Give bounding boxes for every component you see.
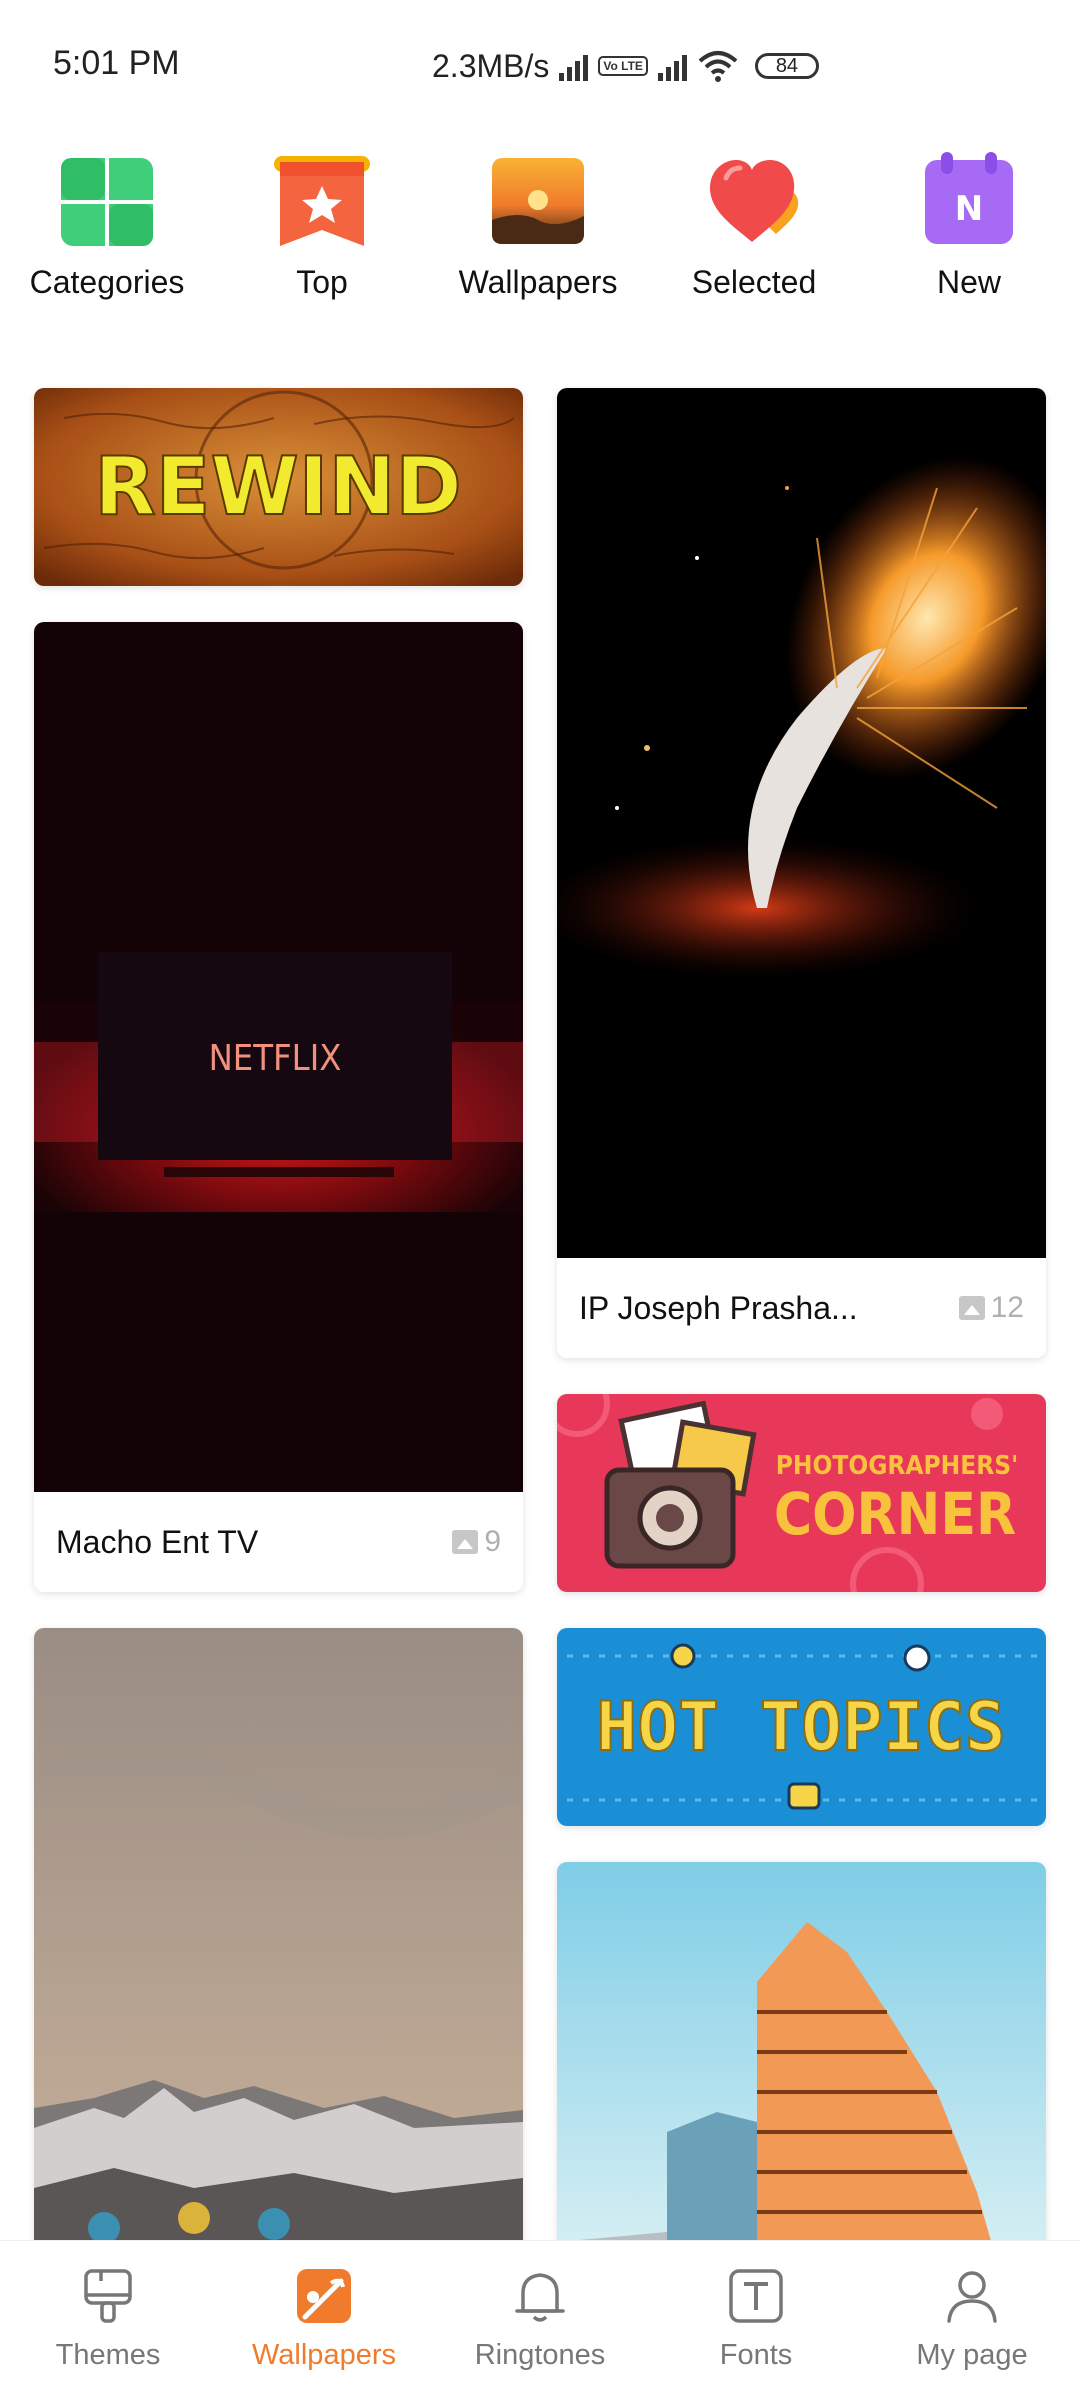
nav-label: My page	[916, 2339, 1028, 2371]
wallpaper-card-ip-joseph[interactable]: IP Joseph Prasha... 12	[557, 388, 1046, 1358]
nav-tab-themes[interactable]: Themes	[0, 2241, 216, 2401]
status-time: 5:01 PM	[53, 44, 180, 82]
new-calendar-icon: N	[925, 152, 1013, 244]
image-count-value: 9	[484, 1525, 501, 1558]
nav-label: Fonts	[719, 2339, 793, 2371]
nav-tab-wallpapers[interactable]: Wallpapers	[216, 2241, 432, 2401]
image-icon	[958, 1296, 985, 1320]
categories-grid-icon	[61, 158, 153, 246]
bottom-nav: Themes Wallpapers Ringtones Fonts My pag…	[0, 2240, 1080, 2401]
status-bar: 5:01 PM 2.3MB/s Vo LTE 84	[0, 0, 1080, 130]
battery-level: 84	[775, 54, 799, 77]
nav-label: Ringtones	[474, 2339, 606, 2371]
card-title: IP Joseph Prasha...	[579, 1289, 858, 1326]
status-indicators: 2.3MB/s Vo LTE 84	[432, 44, 819, 88]
sunset-wallpaper-icon	[492, 158, 584, 244]
wallpaper-card-macho-ent-tv[interactable]: NETFLIX Macho Ent TV 9	[34, 622, 523, 1592]
photographers-corner-image: PHOTOGRAPHERS' CORNER	[557, 1394, 1046, 1592]
nav-label: Wallpapers	[252, 2339, 396, 2371]
nav-tab-my-page[interactable]: My page	[864, 2241, 1080, 2401]
card-title: Macho Ent TV	[56, 1523, 259, 1560]
rewind-text: REWIND	[94, 440, 462, 533]
wallpaper-card-mountains[interactable]	[34, 1628, 523, 2268]
orange-building-image	[557, 1862, 1046, 2262]
person-icon	[947, 2271, 997, 2323]
rewind-banner-image: REWIND	[34, 388, 523, 586]
image-count-value: 12	[990, 1291, 1024, 1324]
quick-link-label: Selected	[691, 264, 817, 300]
rewind-banner[interactable]: REWIND	[34, 388, 523, 586]
card-footer: IP Joseph Prasha... 12	[557, 1258, 1046, 1358]
nav-label: Themes	[55, 2339, 161, 2371]
quick-link-wallpapers[interactable]: Wallpapers	[438, 150, 638, 301]
top-ribbon-star-icon	[274, 156, 370, 246]
nav-tab-fonts[interactable]: Fonts	[648, 2241, 864, 2401]
image-count: 9	[452, 1525, 501, 1559]
photographers-text: PHOTOGRAPHERS'	[776, 1451, 1018, 1481]
wallpapers-icon	[297, 2269, 351, 2323]
quick-link-new[interactable]: N New	[869, 150, 1069, 301]
themes-brush-icon	[84, 2269, 132, 2323]
fonts-t-icon	[729, 2269, 783, 2323]
volte-icon: Vo LTE	[598, 56, 648, 76]
card-footer: Macho Ent TV 9	[34, 1492, 523, 1592]
nav-tab-ringtones[interactable]: Ringtones	[432, 2241, 648, 2401]
quick-link-categories[interactable]: Categories	[7, 150, 207, 301]
photographers-corner-banner[interactable]: PHOTOGRAPHERS' CORNER	[557, 1394, 1046, 1592]
quick-links: Categories Top Wallpapers Selected N New	[0, 150, 1080, 310]
quick-link-label: Top	[296, 264, 348, 300]
svg-text:N: N	[955, 189, 983, 229]
fireworks-image	[557, 388, 1046, 1258]
signal-icon	[657, 51, 687, 81]
quick-link-selected[interactable]: Selected	[654, 150, 854, 301]
bell-icon	[515, 2273, 565, 2322]
wallpaper-card-building[interactable]	[557, 1862, 1046, 2262]
hot-topics-text: HOT TOPICS	[596, 1688, 1005, 1767]
quick-link-label: Wallpapers	[458, 264, 618, 300]
hot-topics-image: HOT TOPICS	[557, 1628, 1046, 1826]
battery-icon: 84	[754, 53, 819, 79]
image-icon	[452, 1530, 479, 1554]
quick-link-label: Categories	[29, 264, 185, 300]
network-speed: 2.3MB/s	[432, 47, 550, 84]
hot-topics-banner[interactable]: HOT TOPICS	[557, 1628, 1046, 1826]
mountain-landscape-image	[34, 1628, 523, 2268]
quick-link-top[interactable]: Top	[222, 150, 422, 301]
heart-icon	[710, 160, 799, 242]
netflix-tv-image: NETFLIX	[34, 622, 523, 1492]
wifi-icon	[698, 51, 738, 82]
quick-link-label: New	[936, 264, 1001, 300]
signal-icon	[559, 51, 589, 81]
image-count: 12	[958, 1291, 1024, 1325]
corner-text: CORNER	[774, 1480, 1016, 1548]
netflix-logo: NETFLIX	[209, 1038, 342, 1079]
